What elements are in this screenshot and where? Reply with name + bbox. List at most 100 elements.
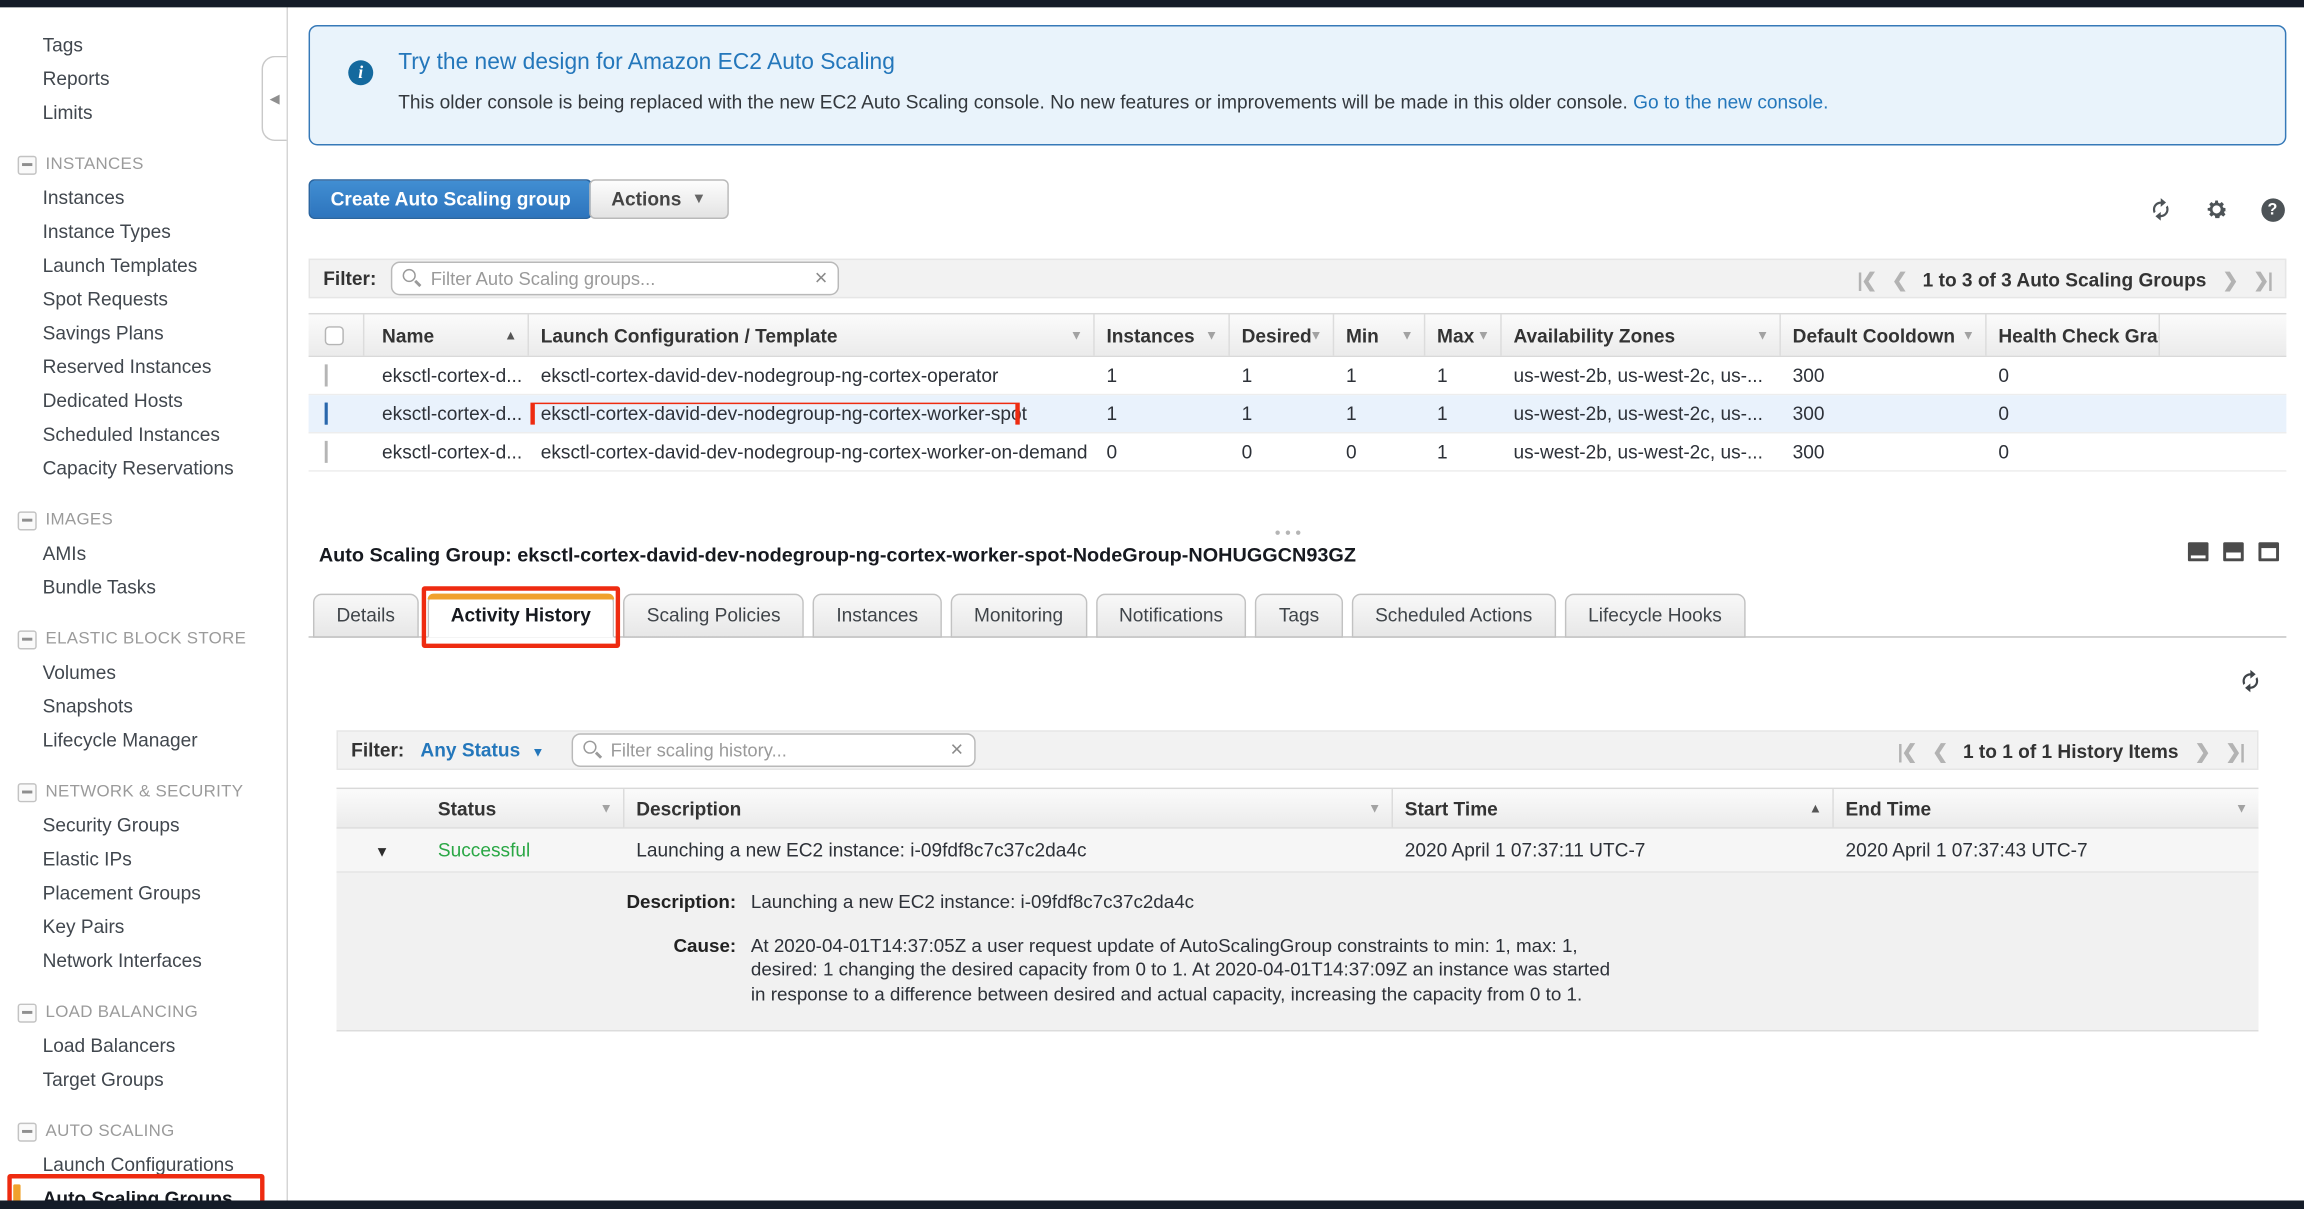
table-row-worker-on-demand[interactable]: eksctl-cortex-d... eksctl-cortex-david-d… — [309, 433, 2287, 471]
help-icon[interactable]: ? — [2260, 197, 2285, 222]
refresh-icon[interactable] — [2148, 197, 2173, 222]
go-to-new-console-link[interactable]: Go to the new console. — [1633, 91, 1828, 113]
next-page-icon[interactable]: ❯ — [2223, 268, 2238, 292]
col-min[interactable]: Min▼ — [1334, 314, 1425, 355]
sidebar-section-load-balancing[interactable]: LOAD BALANCING — [0, 996, 287, 1028]
sidebar-section-network-security[interactable]: NETWORK & SECURITY — [0, 776, 287, 808]
pane-layout-medium-icon[interactable] — [2223, 542, 2244, 561]
tab-activity-history[interactable]: Activity History — [427, 594, 614, 638]
col-filler — [2160, 314, 2286, 355]
col-availability-zones[interactable]: Availability Zones▼ — [1502, 314, 1781, 355]
sidebar-collapse-handle[interactable]: ◀ — [262, 56, 287, 141]
actions-button[interactable]: Actions ▼ — [589, 179, 728, 219]
tab-notifications[interactable]: Notifications — [1095, 594, 1246, 638]
collapse-section-icon[interactable] — [18, 155, 37, 174]
last-page-icon[interactable]: ❯| — [2225, 740, 2243, 764]
sidebar-item-load-balancers[interactable]: Load Balancers — [0, 1029, 287, 1063]
select-all-checkbox[interactable] — [325, 325, 344, 344]
sidebar-item-target-groups[interactable]: Target Groups — [0, 1062, 287, 1096]
first-page-icon[interactable]: |❮ — [1898, 740, 1916, 764]
sidebar-item-scheduled-instances[interactable]: Scheduled Instances — [0, 417, 287, 451]
row-checkbox[interactable] — [325, 364, 328, 386]
collapse-section-icon[interactable] — [18, 511, 37, 530]
col-default-cooldown[interactable]: Default Cooldown▼ — [1781, 314, 1987, 355]
sidebar-item-capacity-reservations[interactable]: Capacity Reservations — [0, 451, 287, 485]
toolbar-icons: ? — [2148, 197, 2285, 222]
col-instances[interactable]: Instances▼ — [1095, 314, 1230, 355]
col-status[interactable]: Status▼ — [426, 789, 624, 827]
gear-icon[interactable] — [2204, 197, 2229, 222]
banner-title-link[interactable]: Try the new design for Amazon EC2 Auto S… — [398, 50, 895, 76]
prev-page-icon[interactable]: ❮ — [1892, 268, 1907, 292]
tab-instances[interactable]: Instances — [813, 594, 942, 638]
collapse-section-icon[interactable] — [18, 782, 37, 801]
tab-lifecycle-hooks[interactable]: Lifecycle Hooks — [1565, 594, 1746, 638]
collapse-section-icon[interactable] — [18, 1003, 37, 1022]
clear-search-icon[interactable]: × — [815, 264, 828, 293]
sidebar-section-instances[interactable]: INSTANCES — [0, 148, 287, 180]
history-row[interactable]: ▼ Successful Launching a new EC2 instanc… — [336, 829, 2258, 873]
cell-name: eksctl-cortex-d... — [364, 364, 529, 386]
sidebar-item-lifecycle-manager[interactable]: Lifecycle Manager — [0, 723, 287, 757]
sidebar-item-instances[interactable]: Instances — [0, 181, 287, 215]
filter-label: Filter: — [351, 739, 404, 761]
first-page-icon[interactable]: |❮ — [1857, 268, 1875, 292]
next-page-icon[interactable]: ❯ — [2195, 740, 2210, 764]
status-filter-dropdown[interactable]: Any Status ▼ — [420, 739, 544, 761]
history-search-input[interactable] — [611, 740, 939, 761]
col-launch-config[interactable]: Launch Configuration / Template▼ — [529, 314, 1095, 355]
table-row-worker-spot[interactable]: eksctl-cortex-d... eksctl-cortex-david-d… — [309, 395, 2287, 433]
cell-azs: us-west-2b, us-west-2c, us-... — [1502, 441, 1781, 463]
col-desired[interactable]: Desired▼ — [1230, 314, 1334, 355]
sidebar-item-launch-templates[interactable]: Launch Templates — [0, 248, 287, 282]
sidebar-item-elastic-ips[interactable]: Elastic IPs — [0, 842, 287, 876]
sidebar-item-limits[interactable]: Limits — [0, 96, 287, 130]
col-name[interactable]: Name▲ — [364, 314, 529, 355]
sidebar-item-spot-requests[interactable]: Spot Requests — [0, 282, 287, 316]
row-checkbox[interactable] — [325, 403, 328, 425]
sidebar-item-volumes[interactable]: Volumes — [0, 655, 287, 689]
sidebar-section-auto-scaling[interactable]: AUTO SCALING — [0, 1115, 287, 1147]
sidebar-section-ebs[interactable]: ELASTIC BLOCK STORE — [0, 623, 287, 655]
sidebar-section-images[interactable]: IMAGES — [0, 504, 287, 536]
sidebar-item-launch-configurations[interactable]: Launch Configurations — [0, 1148, 287, 1182]
col-description[interactable]: Description▼ — [624, 789, 1392, 827]
tab-monitoring[interactable]: Monitoring — [950, 594, 1086, 638]
collapse-section-icon[interactable] — [18, 630, 37, 649]
history-refresh-icon[interactable] — [2238, 669, 2263, 694]
table-row-operator[interactable]: eksctl-cortex-d... eksctl-cortex-david-d… — [309, 357, 2287, 395]
sidebar-item-bundle-tasks[interactable]: Bundle Tasks — [0, 570, 287, 604]
tab-scaling-policies[interactable]: Scaling Policies — [623, 594, 804, 638]
sidebar-item-tags[interactable]: Tags — [0, 28, 287, 62]
tab-details[interactable]: Details — [313, 594, 418, 638]
sidebar-item-network-interfaces[interactable]: Network Interfaces — [0, 943, 287, 977]
sidebar-item-instance-types[interactable]: Instance Types — [0, 215, 287, 249]
collapse-row-icon[interactable]: ▼ — [375, 845, 390, 861]
tab-scheduled-actions[interactable]: Scheduled Actions — [1352, 594, 1556, 638]
col-health-check-grace[interactable]: Health Check Grac▼ — [1987, 314, 2160, 355]
cell-health-grace: 0 — [1987, 403, 2160, 425]
col-end-time[interactable]: End Time▼ — [1834, 789, 2259, 827]
sidebar-item-reports[interactable]: Reports — [0, 62, 287, 96]
prev-page-icon[interactable]: ❮ — [1932, 740, 1947, 764]
clear-search-icon[interactable]: × — [950, 736, 963, 765]
sidebar-item-amis[interactable]: AMIs — [0, 536, 287, 570]
sidebar-item-dedicated-hosts[interactable]: Dedicated Hosts — [0, 384, 287, 418]
sidebar-item-key-pairs[interactable]: Key Pairs — [0, 910, 287, 944]
pane-resize-handle[interactable] — [1275, 530, 1300, 534]
sidebar-item-security-groups[interactable]: Security Groups — [0, 808, 287, 842]
row-checkbox[interactable] — [325, 441, 328, 463]
tab-tags[interactable]: Tags — [1255, 594, 1342, 638]
sidebar-item-placement-groups[interactable]: Placement Groups — [0, 876, 287, 910]
asg-search-input[interactable] — [431, 268, 803, 289]
pane-layout-large-icon[interactable] — [2258, 542, 2279, 561]
col-max[interactable]: Max▼ — [1425, 314, 1501, 355]
col-start-time[interactable]: Start Time▲ — [1393, 789, 1834, 827]
last-page-icon[interactable]: ❯| — [2253, 268, 2271, 292]
create-auto-scaling-group-button[interactable]: Create Auto Scaling group — [309, 179, 593, 219]
sidebar-item-reserved-instances[interactable]: Reserved Instances — [0, 350, 287, 384]
pane-layout-small-icon[interactable] — [2188, 542, 2209, 561]
sidebar-item-snapshots[interactable]: Snapshots — [0, 689, 287, 723]
collapse-section-icon[interactable] — [18, 1122, 37, 1141]
sidebar-item-savings-plans[interactable]: Savings Plans — [0, 316, 287, 350]
